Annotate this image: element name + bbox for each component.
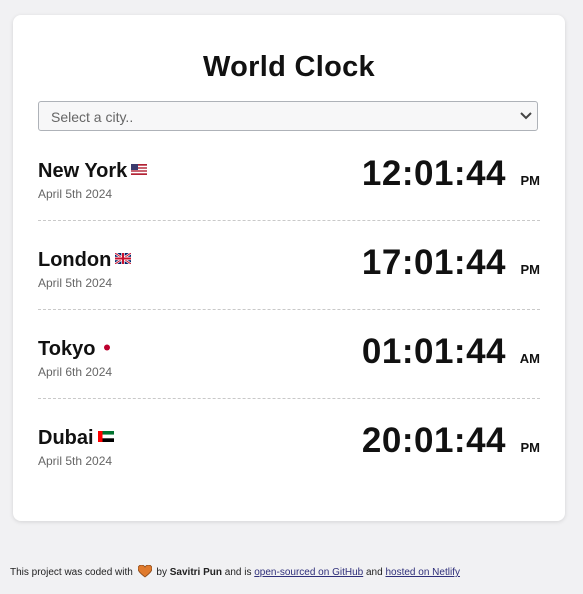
footer-and-is: and is bbox=[224, 567, 252, 578]
heart-icon bbox=[137, 565, 152, 578]
city-time: 01:01:44 bbox=[361, 332, 506, 371]
japan-flag-icon bbox=[99, 342, 116, 354]
city-ampm: AM bbox=[519, 351, 540, 366]
chevron-down-icon bbox=[520, 112, 532, 120]
city-ampm: PM bbox=[520, 173, 541, 188]
us-flag-icon bbox=[131, 164, 148, 176]
city-time: 12:01:44 bbox=[361, 154, 506, 193]
city-date: April 6th 2024 bbox=[38, 365, 113, 379]
footer-author: Savitri Pun bbox=[169, 567, 222, 578]
city-date: April 5th 2024 bbox=[38, 454, 113, 468]
city-time: 20:01:44 bbox=[361, 421, 506, 460]
page-title: World Clock bbox=[203, 51, 375, 83]
footer-prefix: This project was coded with bbox=[10, 567, 133, 578]
city-select-placeholder: Select a city.. bbox=[51, 109, 134, 125]
city-name: New York bbox=[38, 160, 148, 183]
footer: This project was coded with by Savitri P… bbox=[10, 565, 460, 578]
city-time: 17:01:44 bbox=[361, 243, 506, 282]
footer-and: and bbox=[366, 567, 383, 578]
city-row-new-york: New York April 5th 2024 12:01:44 PM bbox=[38, 150, 540, 221]
uk-flag-icon bbox=[115, 253, 132, 265]
city-row-london: London April 5th 2024 17:01:44 PM bbox=[38, 239, 540, 310]
city-name: Dubai bbox=[38, 427, 114, 450]
city-date: April 5th 2024 bbox=[38, 276, 113, 290]
netlify-link[interactable]: hosted on Netlify bbox=[385, 567, 460, 578]
city-ampm: PM bbox=[520, 262, 541, 277]
city-row-dubai: Dubai April 5th 2024 20:01:44 PM bbox=[38, 417, 540, 487]
footer-by: by bbox=[156, 567, 167, 578]
city-ampm: PM bbox=[520, 440, 541, 455]
city-name: Tokyo bbox=[38, 338, 116, 361]
uae-flag-icon bbox=[97, 431, 114, 443]
github-link[interactable]: open-sourced on GitHub bbox=[254, 567, 363, 578]
city-name: London bbox=[38, 249, 132, 272]
city-row-tokyo: Tokyo April 6th 2024 01:01:44 AM bbox=[38, 328, 540, 399]
city-date: April 5th 2024 bbox=[38, 187, 113, 201]
world-clock-card: World Clock Select a city.. New York Apr… bbox=[13, 15, 565, 521]
city-select[interactable]: Select a city.. bbox=[38, 101, 538, 131]
